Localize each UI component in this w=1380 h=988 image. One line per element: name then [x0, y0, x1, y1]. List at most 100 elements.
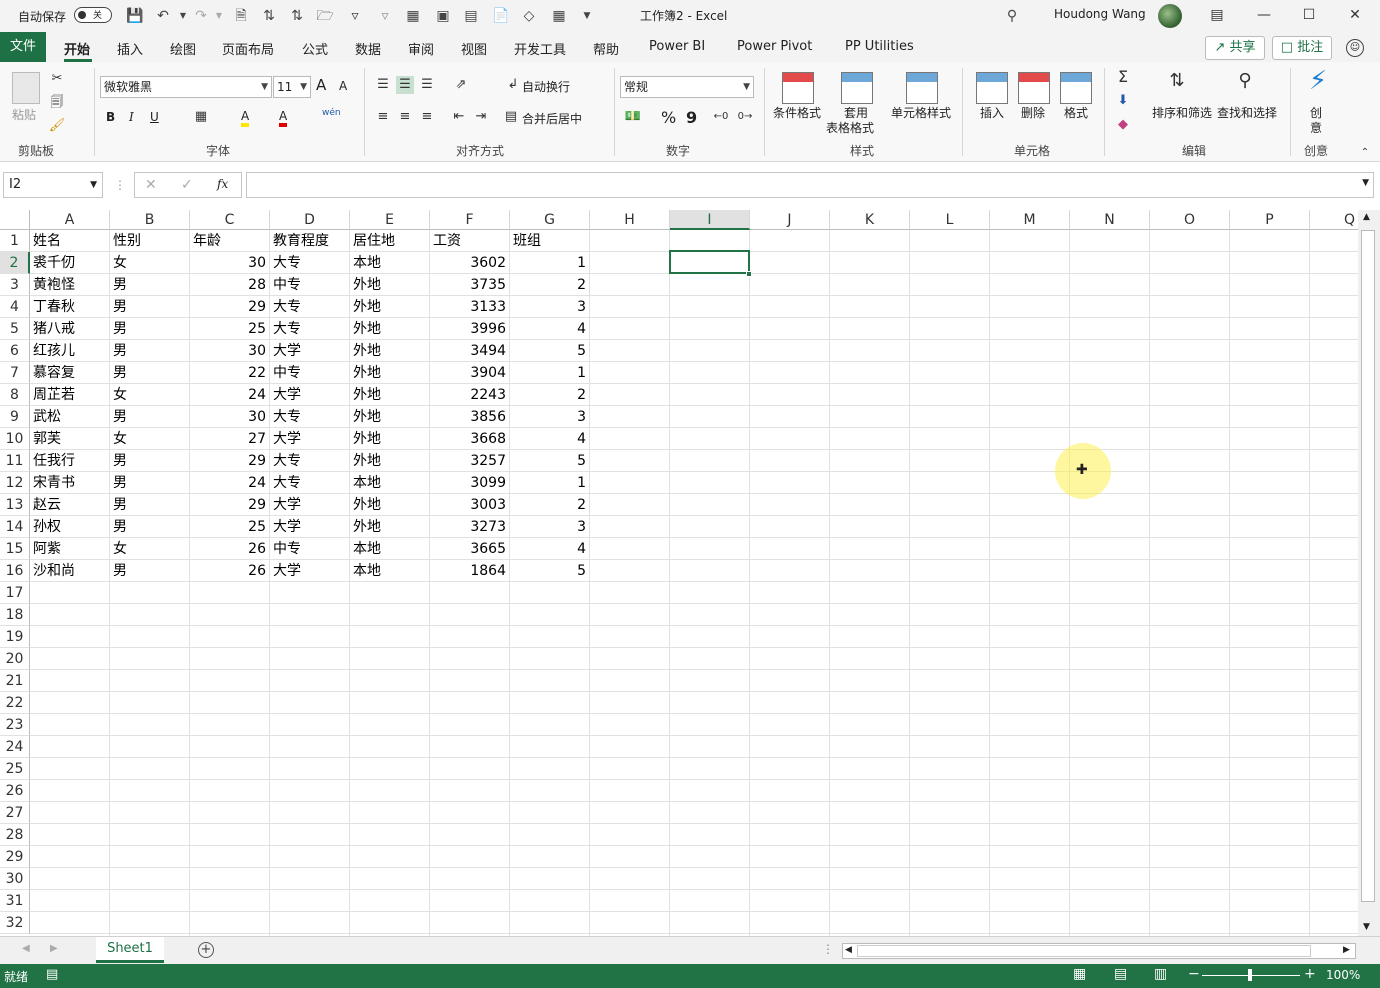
table-cell[interactable]: 3996	[430, 318, 509, 340]
drag-handle-icon[interactable]: ⋮	[114, 178, 126, 192]
orientation-icon[interactable]: ⇗	[452, 76, 470, 94]
row-header[interactable]: 13	[0, 494, 30, 516]
table-cell[interactable]: 30	[190, 340, 269, 362]
row-header[interactable]: 18	[0, 604, 30, 626]
align-left-icon[interactable]: ≡	[374, 108, 392, 126]
tab-power-bi[interactable]: Power BI	[649, 39, 705, 54]
enter-icon[interactable]: ✓	[181, 177, 193, 193]
table-cell[interactable]: 裘千仞	[30, 252, 109, 274]
align-right-icon[interactable]: ≡	[418, 108, 436, 126]
close-icon[interactable]: ✕	[1343, 4, 1367, 26]
table-cell[interactable]: 5	[510, 340, 589, 362]
avatar[interactable]	[1158, 4, 1182, 28]
row-header[interactable]: 26	[0, 780, 30, 802]
table-cell[interactable]: 女	[110, 252, 189, 274]
feedback-smiley-icon[interactable]: ☺	[1346, 39, 1364, 57]
table-cell[interactable]: 大学	[270, 340, 349, 362]
form-icon[interactable]: ▦	[404, 7, 422, 25]
tab-draw[interactable]: 绘图	[170, 39, 196, 58]
table-cell[interactable]: 3494	[430, 340, 509, 362]
table-cell[interactable]: 外地	[350, 494, 429, 516]
scroll-down-icon[interactable]: ▼	[1363, 922, 1370, 932]
cell-styles-label[interactable]: 单元格样式	[891, 104, 951, 121]
column-header[interactable]: D	[270, 210, 350, 230]
column-header[interactable]: B	[110, 210, 190, 230]
table-cell[interactable]: 4	[510, 428, 589, 450]
cell-styles-icon[interactable]	[906, 72, 938, 104]
table-cell[interactable]: 5	[510, 450, 589, 472]
tab-pp-utilities[interactable]: PP Utilities	[845, 39, 914, 54]
fill-handle[interactable]	[746, 271, 752, 277]
table-cell[interactable]: 3003	[430, 494, 509, 516]
table-cell[interactable]: 本地	[350, 538, 429, 560]
column-header[interactable]: N	[1070, 210, 1150, 230]
table-cell[interactable]: 外地	[350, 406, 429, 428]
filter-icon[interactable]: ▿	[346, 7, 364, 25]
ribbon-display-icon[interactable]: ▤	[1205, 4, 1229, 26]
table-cell[interactable]: 22	[190, 362, 269, 384]
select-all-corner[interactable]	[0, 210, 30, 230]
table-cell[interactable]: 外地	[350, 516, 429, 538]
row-header[interactable]: 27	[0, 802, 30, 824]
conditional-formatting-label[interactable]: 条件格式	[773, 104, 821, 121]
table-cell[interactable]: 大学	[270, 560, 349, 582]
tab-power-pivot[interactable]: Power Pivot	[737, 39, 812, 54]
page-break-view-icon[interactable]: ▥	[1154, 966, 1167, 982]
table-cell[interactable]: 性别	[110, 230, 189, 252]
table-cell[interactable]: 2243	[430, 384, 509, 406]
tab-home[interactable]: 开始	[64, 39, 90, 58]
table-cell[interactable]: 2	[510, 384, 589, 406]
table-cell[interactable]: 外地	[350, 318, 429, 340]
table-cell[interactable]: 3665	[430, 538, 509, 560]
table-cell[interactable]: 25	[190, 516, 269, 538]
row-header[interactable]: 32	[0, 912, 30, 934]
table-cell[interactable]: 3257	[430, 450, 509, 472]
table-cell[interactable]: 郭芙	[30, 428, 109, 450]
row-header[interactable]: 31	[0, 890, 30, 912]
row-header[interactable]: 6	[0, 340, 30, 362]
table-cell[interactable]: 男	[110, 494, 189, 516]
clear-filter-icon[interactable]: ▿	[376, 7, 394, 25]
expand-formula-icon[interactable]: ▼	[1362, 178, 1369, 188]
table-cell[interactable]: 年龄	[190, 230, 269, 252]
tab-page-layout[interactable]: 页面布局	[222, 39, 274, 58]
table-cell[interactable]: 3099	[430, 472, 509, 494]
table-cell[interactable]: 本地	[350, 252, 429, 274]
column-header[interactable]: C	[190, 210, 270, 230]
table-cell[interactable]: 大专	[270, 318, 349, 340]
tab-data[interactable]: 数据	[355, 39, 381, 58]
table-cell[interactable]: 29	[190, 296, 269, 318]
tag-icon[interactable]: ◇	[520, 7, 538, 25]
decrease-indent-icon[interactable]: ⇤	[450, 108, 468, 126]
column-header[interactable]: Q	[1310, 210, 1358, 230]
table-cell[interactable]: 1	[510, 362, 589, 384]
zoom-in-icon[interactable]: +	[1304, 966, 1316, 982]
table-cell[interactable]: 男	[110, 406, 189, 428]
row-header[interactable]: 28	[0, 824, 30, 846]
table-cell[interactable]: 3735	[430, 274, 509, 296]
table-cell[interactable]: 1	[510, 252, 589, 274]
zoom-level[interactable]: 100%	[1326, 968, 1360, 982]
table-cell[interactable]: 男	[110, 296, 189, 318]
table-cell[interactable]: 1864	[430, 560, 509, 582]
column-header[interactable]: P	[1230, 210, 1310, 230]
table-cell[interactable]: 外地	[350, 450, 429, 472]
new-file-icon[interactable]: 🗎	[232, 7, 250, 25]
formula-input[interactable]: ▼	[246, 172, 1374, 198]
row-header[interactable]: 2	[0, 252, 30, 274]
table-cell[interactable]: 男	[110, 362, 189, 384]
autosum-icon[interactable]: Σ	[1114, 68, 1132, 86]
table-cell[interactable]: 外地	[350, 428, 429, 450]
vertical-scrollbar[interactable]: ▲ ▼	[1358, 210, 1380, 936]
table-cell[interactable]: 女	[110, 428, 189, 450]
table-cell[interactable]: 孙权	[30, 516, 109, 538]
table-cell[interactable]: 外地	[350, 384, 429, 406]
undo-dropdown-icon[interactable]: ▼	[174, 7, 192, 25]
cut-icon[interactable]: ✂	[48, 70, 66, 88]
row-header[interactable]: 16	[0, 560, 30, 582]
horizontal-scroll-thumb[interactable]	[857, 945, 1311, 957]
column-header[interactable]: F	[430, 210, 510, 230]
table-cell[interactable]: 男	[110, 274, 189, 296]
table-cell[interactable]: 宋青书	[30, 472, 109, 494]
scroll-up-icon[interactable]: ▲	[1363, 212, 1370, 222]
